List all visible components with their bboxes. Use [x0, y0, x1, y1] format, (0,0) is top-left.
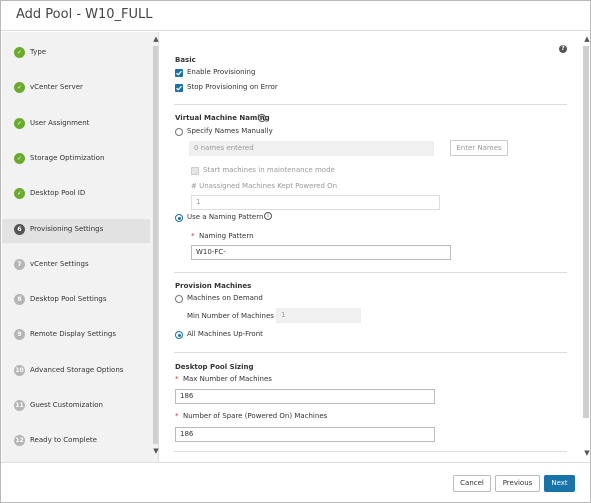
check-icon — [176, 85, 182, 91]
wizard-step-12[interactable]: 12 Ready to Complete — [2, 430, 150, 454]
dialog-titlebar: Add Pool - W10_FULL — [1, 1, 590, 31]
naming-pattern-input[interactable]: W10-FC- — [191, 245, 451, 260]
step-number: 9 — [14, 329, 25, 341]
previous-button[interactable]: Previous — [495, 475, 540, 492]
dialog-footer: Cancel Previous Next — [1, 462, 590, 502]
wizard-step-11[interactable]: 11 Guest Customization — [2, 395, 150, 419]
info-icon[interactable]: i — [258, 114, 266, 122]
enable-provisioning-checkbox[interactable] — [175, 69, 183, 77]
next-button[interactable]: Next — [544, 475, 575, 492]
naming-pattern-label-text: Naming Pattern — [198, 232, 254, 240]
wizard-step-6[interactable]: 6 Provisioning Settings — [2, 218, 150, 243]
content-scrollbar[interactable]: ▲ ▼ — [581, 32, 591, 462]
provisioning-settings-panel: ? Basic Enable Provisioning Stop Provisi… — [160, 32, 580, 462]
check-icon: ✓ — [14, 117, 25, 129]
sidebar-scroll-thumb[interactable] — [153, 46, 158, 444]
wizard-step-3[interactable]: ✓ User Assignment — [2, 113, 150, 137]
wizard-step-5[interactable]: ✓ Desktop Pool ID — [2, 183, 150, 207]
start-maintenance-checkbox[interactable] — [191, 167, 199, 175]
max-machines-label: * Max Number of Machines — [175, 375, 272, 383]
wizard-step-label: vCenter Server — [30, 83, 83, 92]
start-maintenance-label: Start machines in maintenance mode — [203, 166, 335, 174]
naming-pattern-label: * Naming Pattern — [191, 232, 254, 240]
step-number: 10 — [14, 364, 25, 376]
basic-heading: Basic — [175, 56, 196, 64]
check-icon: ✓ — [14, 82, 25, 94]
unassigned-powered-input[interactable]: 1 — [191, 195, 440, 210]
scroll-down-icon[interactable]: ▼ — [583, 449, 591, 457]
required-marker: * — [175, 375, 179, 383]
sidebar-scrollbar[interactable]: ▲ ▼ — [151, 32, 159, 462]
min-machines-label: Min Number of Machines — [187, 312, 274, 320]
wizard-step-7[interactable]: 7 vCenter Settings — [2, 254, 150, 278]
all-up-front-radio[interactable] — [175, 331, 183, 339]
help-icon[interactable]: ? — [559, 45, 567, 53]
pool-sizing-heading: Desktop Pool Sizing — [175, 363, 254, 371]
required-marker: * — [175, 412, 179, 420]
step-number: 12 — [14, 435, 25, 447]
wizard-step-label: Type — [30, 48, 47, 56]
info-icon[interactable]: i — [264, 212, 272, 220]
check-icon: ✓ — [14, 188, 25, 200]
section-divider — [174, 352, 567, 353]
spare-machines-label-text: Number of Spare (Powered On) Machines — [182, 412, 328, 420]
provision-machines-heading: Provision Machines — [175, 282, 252, 290]
max-machines-label-text: Max Number of Machines — [182, 375, 272, 383]
check-icon — [176, 70, 182, 76]
min-machines-input[interactable]: 1 — [276, 308, 361, 323]
wizard-step-label: Storage Optimization — [30, 153, 105, 162]
wizard-step-label: Provisioning Settings — [30, 224, 104, 233]
section-divider — [174, 272, 567, 273]
enable-provisioning-label: Enable Provisioning — [187, 68, 256, 76]
specify-names-radio[interactable] — [175, 128, 183, 136]
add-pool-dialog: Add Pool - W10_FULL ✓ Type ✓ vCenter Server… — [0, 0, 591, 503]
specify-names-label: Specify Names Manually — [187, 127, 273, 135]
scroll-up-icon[interactable]: ▲ — [583, 35, 591, 43]
names-entered-field[interactable]: 0 names entered — [189, 141, 434, 156]
step-number: 6 — [14, 223, 25, 235]
wizard-step-8[interactable]: 8 Desktop Pool Settings — [2, 289, 150, 313]
section-divider — [174, 451, 567, 452]
all-up-front-label: All Machines Up-Front — [187, 330, 263, 338]
step-number: 11 — [14, 400, 25, 411]
spare-machines-label: * Number of Spare (Powered On) Machines — [175, 412, 327, 420]
scroll-up-icon[interactable]: ▲ — [152, 35, 160, 43]
wizard-step-label: Desktop Pool ID — [30, 189, 86, 198]
wizard-step-2[interactable]: ✓ vCenter Server — [2, 77, 150, 101]
step-number: 7 — [14, 258, 25, 270]
check-icon: ✓ — [14, 152, 25, 164]
wizard-step-10[interactable]: 10 Advanced Storage Options — [2, 360, 150, 384]
machines-on-demand-radio[interactable] — [175, 295, 183, 303]
wizard-sidebar: ✓ Type ✓ vCenter Server ✓ User Assignment ✓ Sto… — [2, 32, 159, 462]
content-scroll-thumb[interactable] — [583, 46, 589, 418]
wizard-step-9[interactable]: 9 Remote Display Settings — [2, 324, 150, 348]
stop-on-error-checkbox[interactable] — [175, 84, 183, 92]
wizard-step-label: User Assignment — [30, 118, 90, 127]
cancel-button[interactable]: Cancel — [453, 475, 491, 492]
wizard-step-1[interactable]: ✓ Type — [2, 42, 150, 66]
unassigned-powered-label: # Unassigned Machines Kept Powered On — [191, 182, 338, 190]
max-machines-input[interactable]: 186 — [175, 389, 435, 404]
wizard-step-4[interactable]: ✓ Storage Optimization — [2, 148, 150, 172]
naming-pattern-option-label: Use a Naming Pattern — [187, 213, 264, 221]
wizard-step-label: vCenter Settings — [30, 259, 89, 268]
wizard-step-label: Guest Customization — [30, 401, 103, 409]
machines-on-demand-label: Machines on Demand — [187, 294, 263, 302]
wizard-step-label: Desktop Pool Settings — [30, 295, 107, 304]
dialog-title: Add Pool - W10_FULL — [16, 7, 153, 22]
check-icon: ✓ — [14, 47, 25, 58]
vm-naming-heading: Virtual Machine Naming — [175, 114, 270, 122]
spare-machines-input[interactable]: 186 — [175, 427, 435, 442]
wizard-step-label: Ready to Complete — [30, 436, 97, 445]
enter-names-button[interactable]: Enter Names — [450, 140, 508, 156]
scroll-down-icon[interactable]: ▼ — [152, 447, 160, 455]
wizard-step-label: Advanced Storage Options — [30, 365, 124, 374]
naming-pattern-radio[interactable] — [175, 214, 183, 222]
stop-on-error-label: Stop Provisioning on Error — [187, 83, 278, 91]
wizard-step-label: Remote Display Settings — [30, 330, 116, 339]
step-number: 8 — [14, 294, 25, 306]
required-marker: * — [191, 232, 195, 240]
section-divider — [174, 104, 567, 105]
